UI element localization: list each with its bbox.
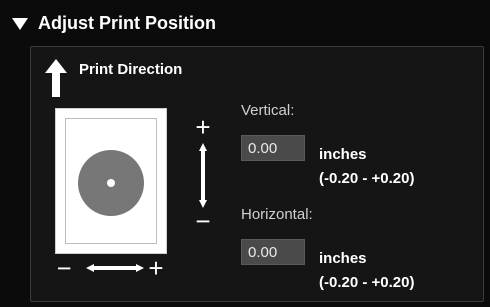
disc-hole <box>107 179 115 187</box>
vertical-input[interactable] <box>241 135 305 161</box>
horizontal-range: (-0.20 - +0.20) <box>319 274 415 291</box>
up-arrow-icon <box>45 59 67 97</box>
disc-preview <box>78 150 144 216</box>
vertical-adjust-control[interactable]: + − <box>190 116 216 232</box>
vertical-minus-button[interactable]: − <box>195 206 210 232</box>
section-title: Adjust Print Position <box>38 12 216 33</box>
horizontal-unit: inches <box>319 250 367 267</box>
paper-preview <box>55 108 167 254</box>
collapse-triangle-icon[interactable] <box>12 18 28 30</box>
horizontal-arrow-icon <box>86 264 144 272</box>
print-direction-label: Print Direction <box>79 61 183 78</box>
horizontal-plus-button[interactable]: + <box>148 254 163 282</box>
vertical-unit: inches <box>319 146 367 163</box>
vertical-plus-button[interactable]: + <box>195 116 210 142</box>
section-header[interactable]: Adjust Print Position <box>12 10 216 36</box>
horizontal-label: Horizontal: <box>241 206 313 223</box>
horizontal-adjust-control[interactable]: − + <box>58 254 168 282</box>
vertical-arrow-icon <box>199 143 207 208</box>
printable-area <box>65 118 157 244</box>
adjust-print-position-panel: Adjust Print Position Print Direction + … <box>0 0 490 307</box>
print-direction: Print Direction <box>45 59 182 97</box>
horizontal-input[interactable] <box>241 239 305 265</box>
vertical-range: (-0.20 - +0.20) <box>319 170 415 187</box>
vertical-label: Vertical: <box>241 102 295 119</box>
horizontal-minus-button[interactable]: − <box>58 254 72 282</box>
